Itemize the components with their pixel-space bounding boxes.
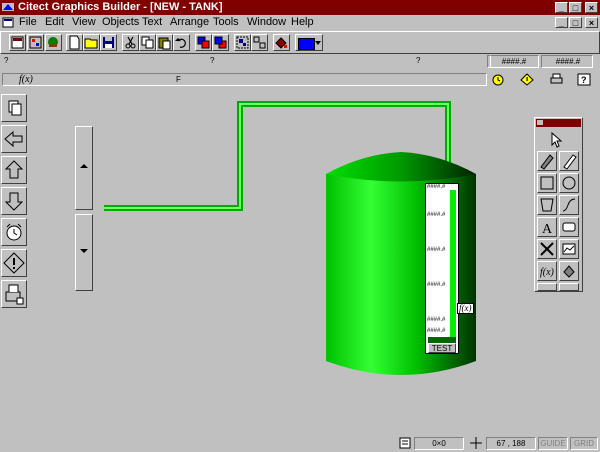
cursor-position-icon bbox=[470, 437, 482, 449]
alarm-clock-small-icon[interactable] bbox=[491, 73, 506, 86]
menu-file[interactable]: File bbox=[19, 16, 37, 28]
color-icon[interactable] bbox=[295, 34, 323, 51]
tank-label: ####.# bbox=[427, 212, 446, 218]
fill-level-icon[interactable] bbox=[559, 261, 579, 281]
document-icon[interactable] bbox=[2, 17, 14, 28]
readout-3: ####.# bbox=[487, 55, 491, 68]
pipe[interactable] bbox=[0, 89, 600, 436]
trend-icon[interactable] bbox=[559, 239, 579, 259]
ellipse-icon[interactable] bbox=[559, 173, 579, 193]
line-icon[interactable] bbox=[559, 151, 579, 171]
tank-label: ####.# bbox=[427, 282, 446, 288]
guide-toggle[interactable]: GUIDE bbox=[538, 437, 568, 450]
menu-edit[interactable]: Edit bbox=[45, 16, 64, 28]
tool-palette[interactable]: A f(x) bbox=[534, 117, 583, 292]
readout-2: ####.# bbox=[541, 55, 593, 68]
tank-label: ####.# bbox=[427, 184, 446, 190]
freehand-icon[interactable] bbox=[559, 283, 579, 291]
property-bar-bottom: f(x) F ? F F bbox=[0, 70, 600, 89]
svg-text:f(x): f(x) bbox=[540, 267, 555, 278]
paste-symbol-icon[interactable] bbox=[45, 34, 62, 51]
group-icon[interactable] bbox=[234, 34, 251, 51]
test-button[interactable]: TEST bbox=[428, 343, 456, 353]
status-bar: 0×0 67 , 188 GUIDE GRID bbox=[0, 436, 600, 451]
symbol-set-icon[interactable] bbox=[537, 239, 557, 259]
paste-icon[interactable] bbox=[156, 34, 173, 51]
copy-icon[interactable] bbox=[139, 34, 156, 51]
menu-help[interactable]: Help bbox=[291, 16, 314, 28]
tank-label: ####.# bbox=[427, 328, 446, 334]
print-small-icon[interactable] bbox=[549, 73, 564, 86]
graphics-library-icon[interactable] bbox=[27, 34, 44, 51]
ungroup-icon[interactable] bbox=[251, 34, 268, 51]
readout-1: ####.# bbox=[487, 55, 539, 68]
send-to-back-icon[interactable] bbox=[212, 34, 229, 51]
polygon-icon[interactable] bbox=[537, 195, 557, 215]
property-bar-top: ? ? ? ####.# ####.# ####.# bbox=[0, 54, 600, 70]
cut-icon[interactable] bbox=[122, 34, 139, 51]
fill-icon[interactable] bbox=[273, 34, 290, 51]
child-close-button[interactable]: × bbox=[585, 17, 598, 28]
level-indicator[interactable]: ####.# ####.# ####.# ####.# ####.# ####.… bbox=[425, 183, 459, 354]
page-status-icon bbox=[399, 437, 411, 449]
pipe-icon[interactable] bbox=[537, 283, 557, 291]
child-restore-button[interactable]: □ bbox=[569, 17, 582, 28]
grid-toggle[interactable]: GRID bbox=[570, 437, 598, 450]
menu-objects[interactable]: Objects bbox=[102, 16, 139, 28]
menu-tools[interactable]: Tools bbox=[213, 16, 239, 28]
title-bar: Citect Graphics Builder - [NEW - TANK] _… bbox=[0, 0, 600, 15]
save-icon[interactable] bbox=[100, 34, 117, 51]
expression-field[interactable]: f(x) F bbox=[2, 73, 487, 86]
svg-text:?: ? bbox=[581, 75, 587, 85]
tank-label: ####.# bbox=[427, 317, 446, 323]
field-1[interactable]: ? bbox=[2, 55, 200, 68]
svg-text:A: A bbox=[542, 222, 553, 236]
help-small-icon[interactable]: ? bbox=[577, 73, 592, 86]
fx-marker[interactable]: f(x) bbox=[457, 303, 474, 314]
menu-text[interactable]: Text bbox=[142, 16, 162, 28]
text-icon[interactable]: A bbox=[537, 217, 557, 237]
maximize-button[interactable]: □ bbox=[569, 2, 582, 13]
menu-view[interactable]: View bbox=[72, 16, 96, 28]
menu-arrange[interactable]: Arrange bbox=[170, 16, 209, 28]
main-toolbar bbox=[0, 31, 600, 54]
minimize-button[interactable]: _ bbox=[555, 2, 568, 13]
undo-icon[interactable] bbox=[173, 34, 190, 51]
menu-bar: File Edit View Objects Text Arrange Tool… bbox=[0, 15, 600, 30]
cicode-object-icon[interactable]: f(x) bbox=[537, 261, 557, 281]
pen-icon[interactable] bbox=[537, 151, 557, 171]
properties-icon[interactable] bbox=[9, 34, 26, 51]
fx-label: f(x) bbox=[19, 74, 33, 85]
marker-1: F bbox=[176, 75, 181, 84]
bring-to-front-icon[interactable] bbox=[195, 34, 212, 51]
object-count: 0×0 bbox=[414, 437, 464, 450]
cursor-coordinates: 67 , 188 bbox=[486, 437, 536, 450]
window-title: Citect Graphics Builder - [NEW - TANK] bbox=[18, 1, 223, 13]
color-swatch bbox=[298, 38, 315, 50]
palette-close-icon[interactable] bbox=[537, 120, 543, 125]
app-icon[interactable] bbox=[2, 1, 14, 13]
field-2[interactable]: ? bbox=[208, 55, 406, 68]
field-3[interactable]: ? bbox=[414, 55, 486, 68]
open-icon[interactable] bbox=[83, 34, 100, 51]
new-icon[interactable] bbox=[66, 34, 83, 51]
child-minimize-button[interactable]: _ bbox=[555, 17, 568, 28]
rectangle-icon[interactable] bbox=[537, 173, 557, 193]
drawing-canvas[interactable]: ####.# ####.# ####.# ####.# ####.# ####.… bbox=[0, 89, 600, 436]
level-bar bbox=[450, 190, 456, 338]
warning-small-icon[interactable] bbox=[520, 73, 535, 86]
polyline-icon[interactable] bbox=[559, 195, 579, 215]
button-icon[interactable] bbox=[559, 217, 579, 237]
menu-window[interactable]: Window bbox=[247, 16, 286, 28]
tank-label: ####.# bbox=[427, 247, 446, 253]
close-button[interactable]: × bbox=[585, 2, 598, 13]
pointer-icon[interactable] bbox=[547, 130, 567, 150]
